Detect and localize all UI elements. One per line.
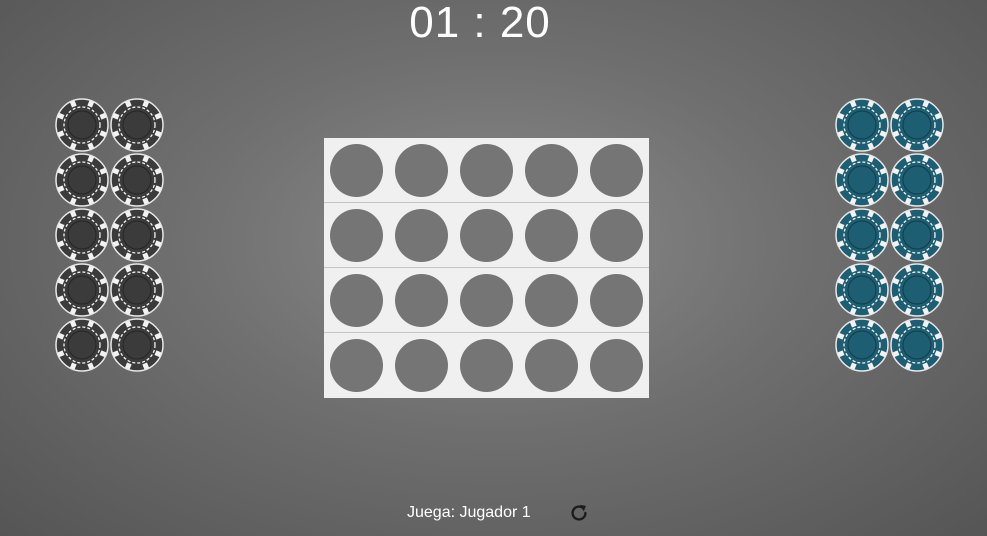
board-cell[interactable] <box>395 339 448 392</box>
player-2-chip-stack <box>835 98 944 373</box>
restart-icon <box>571 504 587 521</box>
poker-chip[interactable] <box>55 318 109 372</box>
status-bar: Juega: Jugador 1 <box>407 500 591 526</box>
board-cell[interactable] <box>590 274 643 327</box>
board-cell[interactable] <box>395 144 448 197</box>
board-cell[interactable] <box>590 144 643 197</box>
board-cell[interactable] <box>330 144 383 197</box>
poker-chip[interactable] <box>835 318 889 372</box>
poker-chip[interactable] <box>890 98 944 152</box>
player-1-chip-stack <box>55 98 164 373</box>
poker-chip[interactable] <box>55 263 109 317</box>
poker-chip[interactable] <box>110 208 164 262</box>
poker-chip[interactable] <box>110 153 164 207</box>
poker-chip[interactable] <box>835 153 889 207</box>
board-cell[interactable] <box>525 209 578 262</box>
board-cell[interactable] <box>525 274 578 327</box>
board-cell[interactable] <box>460 209 513 262</box>
board-cell[interactable] <box>590 339 643 392</box>
poker-chip[interactable] <box>110 98 164 152</box>
poker-chip[interactable] <box>55 98 109 152</box>
board-cell[interactable] <box>330 274 383 327</box>
board-cell[interactable] <box>460 339 513 392</box>
board-row <box>324 268 649 333</box>
board-cell[interactable] <box>330 209 383 262</box>
poker-chip[interactable] <box>890 153 944 207</box>
board-row <box>324 203 649 268</box>
restart-button[interactable] <box>567 501 591 525</box>
poker-chip[interactable] <box>890 263 944 317</box>
game-board <box>324 138 649 398</box>
poker-chip[interactable] <box>835 263 889 317</box>
poker-chip[interactable] <box>55 208 109 262</box>
poker-chip[interactable] <box>110 318 164 372</box>
board-row <box>324 333 649 398</box>
board-cell[interactable] <box>395 274 448 327</box>
board-cell[interactable] <box>460 274 513 327</box>
poker-chip[interactable] <box>55 153 109 207</box>
board-row <box>324 138 649 203</box>
game-timer: 01 : 20 <box>409 0 551 47</box>
poker-chip[interactable] <box>110 263 164 317</box>
board-cell[interactable] <box>460 144 513 197</box>
poker-chip[interactable] <box>835 98 889 152</box>
turn-indicator: Juega: Jugador 1 <box>407 504 531 521</box>
poker-chip[interactable] <box>890 318 944 372</box>
poker-chip[interactable] <box>890 208 944 262</box>
board-cell[interactable] <box>525 144 578 197</box>
board-cell[interactable] <box>395 209 448 262</box>
board-cell[interactable] <box>525 339 578 392</box>
board-cell[interactable] <box>590 209 643 262</box>
board-cell[interactable] <box>330 339 383 392</box>
poker-chip[interactable] <box>835 208 889 262</box>
